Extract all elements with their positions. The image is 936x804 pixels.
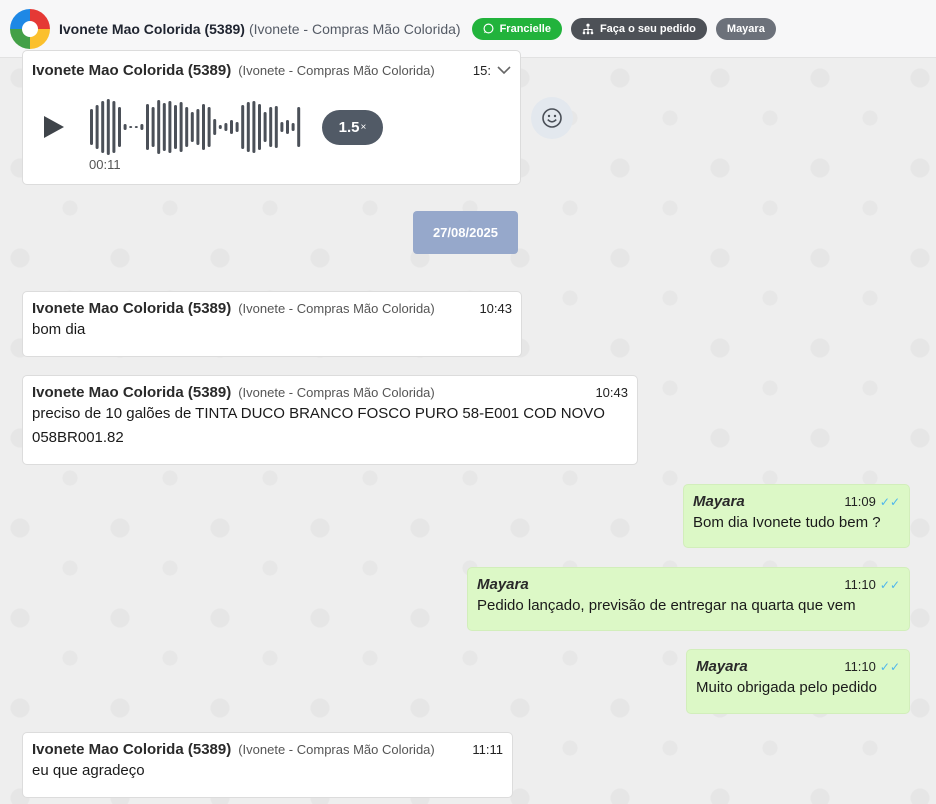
waveform-bar [179,102,183,152]
waveform-bar [162,103,166,151]
double-check-icon: ✓✓ [879,578,900,592]
contact-name[interactable]: Ivonete Mao Colorida (5389) [59,21,245,37]
message-bubble-outgoing[interactable]: Mayara 11:10 ✓✓ Pedido lançado, previsão… [467,567,910,631]
message-text: eu que agradeço [32,762,145,779]
waveform-bar [101,101,105,153]
audio-waveform[interactable] [88,98,310,156]
message-group: (Ivonete - Compras Mão Colorida) [238,742,435,757]
waveform-bar [274,106,278,148]
double-check-icon: ✓✓ [879,495,900,509]
message-text: Pedido lançado, previsão de entregar na … [477,597,856,614]
contact-group: (Ivonete - Compras Mão Colorida) [248,20,461,37]
waveform-bar [241,105,245,149]
chevron-down-icon[interactable] [496,64,512,76]
waveform-bar [258,104,261,150]
order-pill-label: Faça o seu pedido [599,22,696,35]
smiley-icon [542,108,562,128]
message-time: 10:43 [479,301,512,316]
waveform-bar [146,104,149,150]
waveform-bar [230,120,233,134]
message-text: Muito obrigada pelo pedido [696,679,877,696]
message-sender: Ivonete Mao Colorida (5389) [32,741,232,758]
date-separator: 27/08/2025 [413,211,518,254]
reaction-button[interactable] [531,97,573,139]
audio-duration: 00:11 [89,157,121,172]
waveform-bar [280,122,284,132]
waveform-bar [190,112,194,142]
message-sender: Mayara [693,493,745,510]
waveform-bar [297,107,301,147]
waveform-bar [263,112,267,142]
waveform-bar [213,119,217,135]
whatsapp-channel-button[interactable]: Francielle [471,17,562,40]
waveform-bar [174,105,177,149]
waveform-bar [118,107,121,147]
waveform-bar [252,101,256,153]
whatsapp-pill-label: Francielle [499,22,551,35]
message-bubble-outgoing[interactable]: Mayara 11:10 ✓✓ Muito obrigada pelo pedi… [686,649,910,714]
waveform-bar [235,122,239,132]
whatsapp-icon [483,23,494,34]
play-icon[interactable] [44,116,64,138]
waveform-bar [185,107,189,147]
place-order-button[interactable]: Faça o seu pedido [570,17,707,40]
waveform-bar [207,107,211,147]
speed-suffix: × [360,122,367,133]
agent-badge[interactable]: Mayara [715,17,776,40]
waveform-bar [112,101,116,153]
waveform-bar [224,123,228,131]
waveform-bar [140,124,144,130]
message-time: 15: [472,63,491,78]
waveform-bar [246,102,250,152]
brand-hand-logo [10,8,50,49]
waveform-bar [90,109,93,145]
message-time: 11:09 [844,494,876,509]
agent-pill-label: Mayara [726,22,765,35]
waveform-bar [106,99,110,155]
message-text: Bom dia Ivonete tudo bem ? [693,514,881,531]
waveform-bar [157,100,161,154]
waveform-bar [151,107,155,147]
waveform-bar [95,105,99,149]
hierarchy-icon [582,23,594,34]
message-text: preciso de 10 galões de TINTA DUCO BRANC… [32,405,605,446]
waveform-bar [291,123,295,131]
waveform-bar [218,125,222,129]
message-sender: Ivonete Mao Colorida (5389) [32,384,232,401]
message-sender: Ivonete Mao Colorida (5389) [32,300,232,317]
waveform-bar [123,124,127,130]
message-time: 11:10 [844,659,876,674]
waveform-bar [168,101,172,153]
message-text: bom dia [32,321,86,338]
message-bubble-incoming[interactable]: Ivonete Mao Colorida (5389) (Ivonete - C… [22,732,513,798]
playback-speed-button[interactable]: 1.5 × [322,110,383,145]
message-sender: Mayara [477,576,529,593]
speed-value: 1.5 [338,119,360,136]
message-bubble-incoming[interactable]: Ivonete Mao Colorida (5389) (Ivonete - C… [22,375,638,465]
message-sender: Mayara [696,658,748,675]
message-group: (Ivonete - Compras Mão Colorida) [238,63,435,78]
waveform-bar [196,109,200,145]
message-group: (Ivonete - Compras Mão Colorida) [238,301,435,316]
waveform-bar [134,126,138,128]
message-group: (Ivonete - Compras Mão Colorida) [238,385,435,400]
message-time: 11:11 [472,742,503,757]
waveform-bar [202,104,205,150]
waveform-bar [129,126,133,128]
message-sender: Ivonete Mao Colorida (5389) [32,62,232,79]
message-bubble-outgoing[interactable]: Mayara 11:09 ✓✓ Bom dia Ivonete tudo bem… [683,484,910,548]
message-time: 10:43 [595,385,628,400]
double-check-icon: ✓✓ [879,660,900,674]
message-time: 11:10 [844,577,876,592]
waveform-bar [286,120,289,134]
waveform-bar [269,107,273,147]
message-bubble-incoming[interactable]: Ivonete Mao Colorida (5389) (Ivonete - C… [22,291,522,357]
